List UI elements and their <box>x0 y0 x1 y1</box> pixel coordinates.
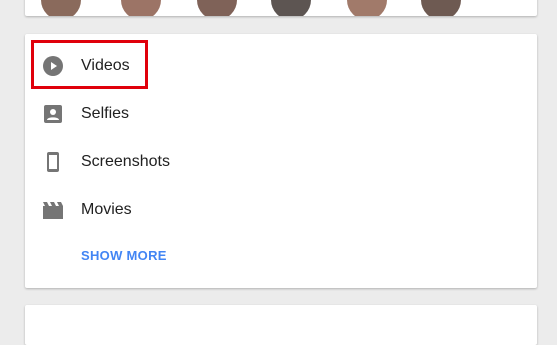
next-card <box>25 305 537 345</box>
person-avatar[interactable] <box>271 0 311 16</box>
category-label: Movies <box>81 201 132 218</box>
category-label: Screenshots <box>81 153 170 170</box>
category-label: Videos <box>81 57 130 74</box>
account-box-icon <box>41 102 65 126</box>
person-avatar[interactable] <box>347 0 387 16</box>
show-more-button[interactable]: SHOW MORE <box>81 248 167 263</box>
categories-card: Videos Selfies Screenshots Movies SHOW M… <box>25 34 537 288</box>
play-circle-icon <box>41 54 65 78</box>
movie-clapper-icon <box>41 198 65 222</box>
person-avatar[interactable] <box>197 0 237 16</box>
category-item-selfies[interactable]: Selfies <box>25 90 537 138</box>
category-item-videos[interactable]: Videos <box>25 42 537 90</box>
person-avatar[interactable] <box>121 0 161 16</box>
person-avatar[interactable] <box>41 0 81 16</box>
person-avatar[interactable] <box>421 0 461 16</box>
smartphone-icon <box>41 150 65 174</box>
people-card <box>25 0 537 16</box>
category-label: Selfies <box>81 105 130 122</box>
category-item-screenshots[interactable]: Screenshots <box>25 138 537 186</box>
category-item-movies[interactable]: Movies <box>25 186 537 234</box>
